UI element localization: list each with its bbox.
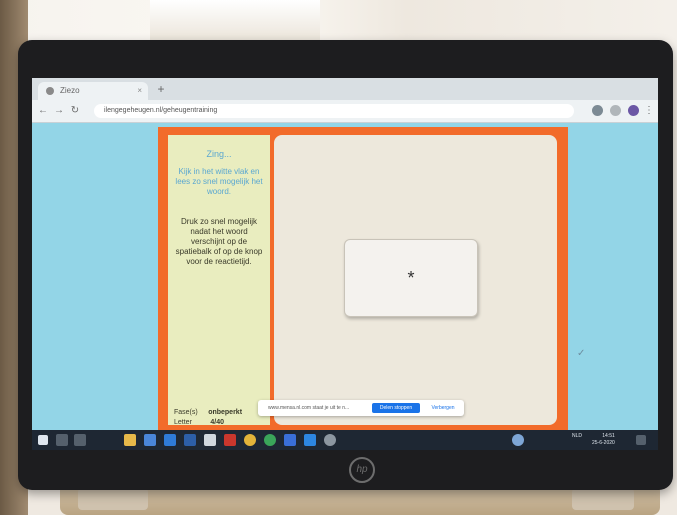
clock-date: 25-6-2020 (592, 440, 615, 446)
url-field[interactable]: ilengegeheugen.nl/geheugentraining (94, 104, 574, 118)
sharing-notification: www.mensa.nl.com staat je uit te n... De… (258, 400, 464, 416)
window-light (150, 0, 320, 45)
stat2-value: 4/40 (210, 419, 224, 426)
panel-title: Zing... (206, 149, 232, 159)
instructions-text-2: Druk zo snel mogelijk nadat het woord ve… (175, 217, 263, 266)
instructions-panel: Zing... Kijk in het witte vlak en lees z… (168, 135, 270, 426)
calendar-icon[interactable] (304, 434, 316, 446)
clock[interactable]: 14:51 25-6-2020 (592, 433, 615, 447)
forward-arrow-icon[interactable]: → (52, 104, 66, 118)
extension-icon[interactable] (592, 105, 603, 116)
reload-icon[interactable]: ↻ (68, 104, 82, 118)
camera-icon[interactable] (204, 434, 216, 446)
stat2-label: Letter (174, 419, 192, 426)
search-icon[interactable] (56, 434, 68, 446)
clock-time: 14:51 (602, 433, 615, 439)
web-page: Zing... Kijk in het witte vlak en lees z… (32, 123, 658, 430)
app-icon[interactable] (324, 434, 336, 446)
teams-icon[interactable] (284, 434, 296, 446)
language-indicator[interactable]: NLD (572, 433, 582, 440)
tab-title: Ziezo (60, 86, 80, 95)
network-icon[interactable] (512, 434, 524, 446)
hp-logo: hp (349, 457, 375, 483)
browser-tab[interactable]: Ziezo × (38, 82, 148, 100)
favicon-icon (46, 87, 54, 95)
left-hinge (78, 488, 148, 510)
right-hinge (572, 488, 634, 510)
notifications-icon[interactable] (636, 435, 646, 445)
back-arrow-icon[interactable]: ← (36, 104, 50, 118)
mail-icon[interactable] (184, 434, 196, 446)
chrome-active-icon[interactable] (264, 434, 276, 446)
instructions-text-1: Kijk in het witte vlak en lees zo snel m… (175, 167, 263, 196)
word-card[interactable]: * (344, 239, 478, 317)
game-area: * (274, 135, 557, 425)
file-explorer-icon[interactable] (124, 434, 136, 446)
stop-sharing-button[interactable]: Delen stoppen (372, 403, 420, 413)
store-icon[interactable] (144, 434, 156, 446)
notification-text: www.mensa.nl.com staat je uit te n... (268, 405, 350, 411)
edge-icon[interactable] (164, 434, 176, 446)
chrome-icon[interactable] (244, 434, 256, 446)
address-bar-row: ← → ↻ ilengegeheugen.nl/geheugentraining… (32, 100, 658, 123)
stat-row-2: Letter 4/40 (174, 411, 224, 429)
bookmark-star-icon[interactable] (610, 105, 621, 116)
close-tab-icon[interactable]: × (137, 82, 142, 100)
start-icon[interactable] (38, 435, 48, 445)
laptop-screen: Ziezo × + ← → ↻ ilengegeheugen.nl/geheug… (32, 78, 658, 450)
windows-taskbar: NLD 14:51 25-6-2020 (32, 430, 658, 450)
office-icon[interactable] (224, 434, 236, 446)
tab-bar: Ziezo × + (32, 78, 658, 100)
new-tab-button[interactable]: + (154, 82, 168, 96)
profile-avatar-icon[interactable] (628, 105, 639, 116)
hide-button[interactable]: Verbergen (428, 403, 458, 413)
mouse-cursor-icon: ✓ (577, 348, 586, 359)
menu-dots-icon[interactable]: ⋮ (642, 104, 656, 118)
task-view-icon[interactable] (74, 434, 86, 446)
